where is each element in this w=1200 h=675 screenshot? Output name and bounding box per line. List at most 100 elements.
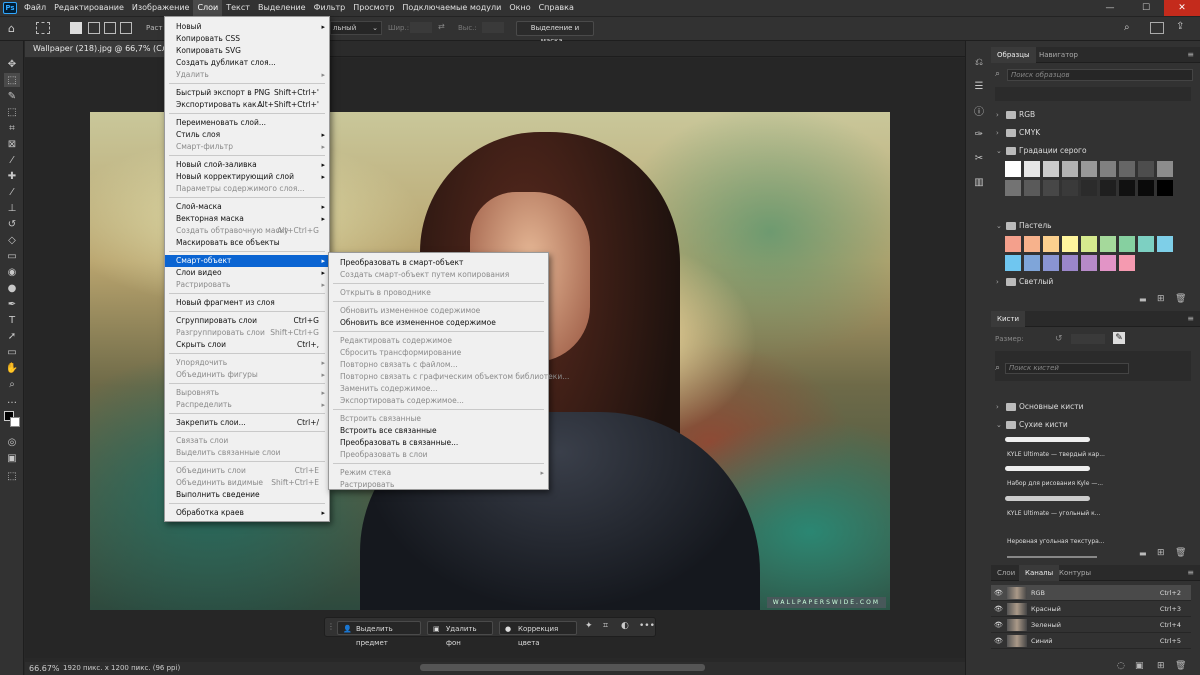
history-brush-icon[interactable]: ↺	[4, 217, 20, 231]
color-swatch[interactable]	[1062, 255, 1078, 271]
swap-icon[interactable]: ⇄	[438, 22, 445, 31]
color-swatch[interactable]	[1081, 161, 1097, 177]
color-swatch[interactable]	[1157, 161, 1173, 177]
menu-image[interactable]: Изображение	[128, 0, 194, 16]
color-swatch[interactable]	[1119, 161, 1135, 177]
history-icon[interactable]: ⎌	[971, 55, 987, 69]
color-swatch[interactable]	[1043, 161, 1059, 177]
color-swatch[interactable]	[1024, 236, 1040, 252]
menu-item[interactable]: Создать дубликат слоя...	[165, 57, 329, 69]
eye-icon[interactable]: 👁	[994, 601, 1003, 617]
new-selection-icon[interactable]	[70, 22, 82, 34]
brush-group-basic[interactable]: › Основные кисти	[991, 400, 1191, 414]
brushes-search-input[interactable]: Поиск кистей	[1005, 363, 1129, 374]
color-swatch[interactable]	[1138, 236, 1154, 252]
brush-stroke-preview[interactable]	[1005, 437, 1090, 442]
menu-item[interactable]: Преобразовать в связанные...	[329, 437, 548, 449]
brush-item[interactable]: Неровная угольная текстура...	[1007, 538, 1105, 545]
menu-item[interactable]: Слои видео ▸	[165, 267, 329, 279]
menu-item[interactable]: Быстрый экспорт в PNG Shift+Ctrl+'	[165, 87, 329, 99]
move-tool-icon[interactable]: ✥	[4, 57, 20, 71]
type-tool-icon[interactable]: T	[4, 313, 20, 327]
color-swatch[interactable]	[1024, 180, 1040, 196]
info-icon[interactable]: ⓘ	[971, 103, 987, 118]
channel-row[interactable]: 👁 Синий Ctrl+5	[991, 633, 1191, 649]
screen-mode-icon[interactable]: ▣	[4, 451, 20, 465]
crop-icon[interactable]: ⌗	[603, 621, 608, 631]
load-selection-icon[interactable]: ◌	[1117, 661, 1125, 671]
menu-item[interactable]: Новый слой-заливка ▸	[165, 159, 329, 171]
color-swatch[interactable]	[1100, 255, 1116, 271]
subtract-selection-icon[interactable]	[104, 22, 116, 34]
menu-type[interactable]: Текст	[222, 0, 254, 16]
brush-stroke-preview[interactable]	[1005, 466, 1090, 471]
select-and-mask-button[interactable]: Выделение и маска...	[516, 21, 594, 45]
color-swatch[interactable]	[1119, 255, 1135, 271]
rectangle-tool-icon[interactable]: ▭	[4, 345, 20, 359]
style-dropdown[interactable]: льный ⌄	[330, 21, 382, 35]
tools-preset-icon[interactable]: ✂	[971, 151, 987, 165]
document-tab[interactable]: Wallpaper (218).jpg @ 66,7% (Слой 0, R	[25, 41, 165, 57]
swatch-group-grayscale[interactable]: ⌄ Градации серого	[991, 144, 1191, 158]
color-swatch[interactable]	[1100, 236, 1116, 252]
intersect-selection-icon[interactable]	[120, 22, 132, 34]
gradient-tool-icon[interactable]: ▭	[4, 249, 20, 263]
color-swatch[interactable]	[1062, 161, 1078, 177]
swatches-search-input[interactable]: Поиск образцов	[1007, 69, 1193, 81]
menu-item[interactable]: Новый ▸	[165, 21, 329, 33]
color-correction-button[interactable]: ● Коррекция цвета	[499, 621, 577, 647]
menu-item[interactable]: Векторная маска ▸	[165, 213, 329, 225]
brush-preview-size-slider[interactable]	[1007, 556, 1097, 558]
color-swatch[interactable]	[1100, 161, 1116, 177]
brush-settings-icon[interactable]: ✎	[1113, 332, 1125, 344]
new-channel-icon[interactable]: ⊞	[1157, 661, 1165, 671]
quick-selection-icon[interactable]: ✎	[4, 89, 20, 103]
menu-item[interactable]: Закрепить слои... Ctrl+/	[165, 417, 329, 429]
remove-background-button[interactable]: ▣ Удалить фон	[427, 621, 493, 647]
clone-stamp-icon[interactable]: ⊥	[4, 201, 20, 215]
eye-icon[interactable]: 👁	[994, 617, 1003, 633]
save-selection-icon[interactable]: ▣	[1135, 661, 1144, 671]
menu-item[interactable]: Экспортировать как... Alt+Shift+Ctrl+'	[165, 99, 329, 111]
color-swatch[interactable]	[1005, 255, 1021, 271]
search-icon[interactable]: ⌕	[1124, 22, 1130, 33]
reset-icon[interactable]: ↺	[1055, 334, 1063, 344]
swatch-group-cmyk[interactable]: › CMYK	[991, 126, 1191, 140]
brush-group-dry[interactable]: ⌄ Сухие кисти	[991, 418, 1191, 432]
tab-navigator[interactable]: Навигатор	[1033, 47, 1084, 63]
brush-size-input[interactable]	[1071, 334, 1105, 344]
brush-item[interactable]: KYLE Ultimate — твердый кар...	[1007, 451, 1105, 458]
edit-toolbar-icon[interactable]: ⬚	[4, 469, 20, 483]
more-options-icon[interactable]: •••	[639, 621, 655, 631]
color-swatch[interactable]	[1119, 180, 1135, 196]
color-swatch[interactable]	[1062, 236, 1078, 252]
brush-stroke-preview[interactable]	[1005, 496, 1090, 501]
select-subject-button[interactable]: 👤 Выделить предмет	[337, 621, 421, 647]
color-swatch[interactable]	[1138, 180, 1154, 196]
tab-paths[interactable]: Контуры	[1053, 565, 1097, 581]
color-swatch[interactable]	[1043, 236, 1059, 252]
panel-menu-icon[interactable]: ≡	[1187, 314, 1194, 323]
menu-item[interactable]: Новый корректирующий слой ▸	[165, 171, 329, 183]
color-swatch[interactable]	[1081, 255, 1097, 271]
color-swatch[interactable]	[1005, 180, 1021, 196]
properties-icon[interactable]: ☰	[971, 79, 987, 93]
blur-tool-icon[interactable]: ◉	[4, 265, 20, 279]
menu-select[interactable]: Выделение	[254, 0, 310, 16]
color-swatch[interactable]	[1081, 236, 1097, 252]
trash-icon[interactable]: 🗑	[1175, 548, 1186, 558]
home-icon[interactable]: ⌂	[8, 22, 24, 36]
menu-item[interactable]: Сгруппировать слои Ctrl+G	[165, 315, 329, 327]
swatch-group-light[interactable]: › Светлый	[991, 275, 1191, 289]
brush-item[interactable]: Набор для рисования Kyle —...	[1007, 480, 1103, 487]
color-swatch[interactable]	[1024, 161, 1040, 177]
menu-item[interactable]: Выполнить сведение	[165, 489, 329, 501]
frame-tool-icon[interactable]: ⊠	[4, 137, 20, 151]
menu-help[interactable]: Справка	[535, 0, 578, 16]
menu-item[interactable]: Обработка краев ▸	[165, 507, 329, 519]
zoom-level[interactable]: 66.67%	[29, 662, 60, 675]
color-swatch[interactable]	[1043, 255, 1059, 271]
menu-item[interactable]: Копировать CSS	[165, 33, 329, 45]
menu-item[interactable]: Обновить все измененное содержимое	[329, 317, 548, 329]
menu-item[interactable]: Стиль слоя ▸	[165, 129, 329, 141]
